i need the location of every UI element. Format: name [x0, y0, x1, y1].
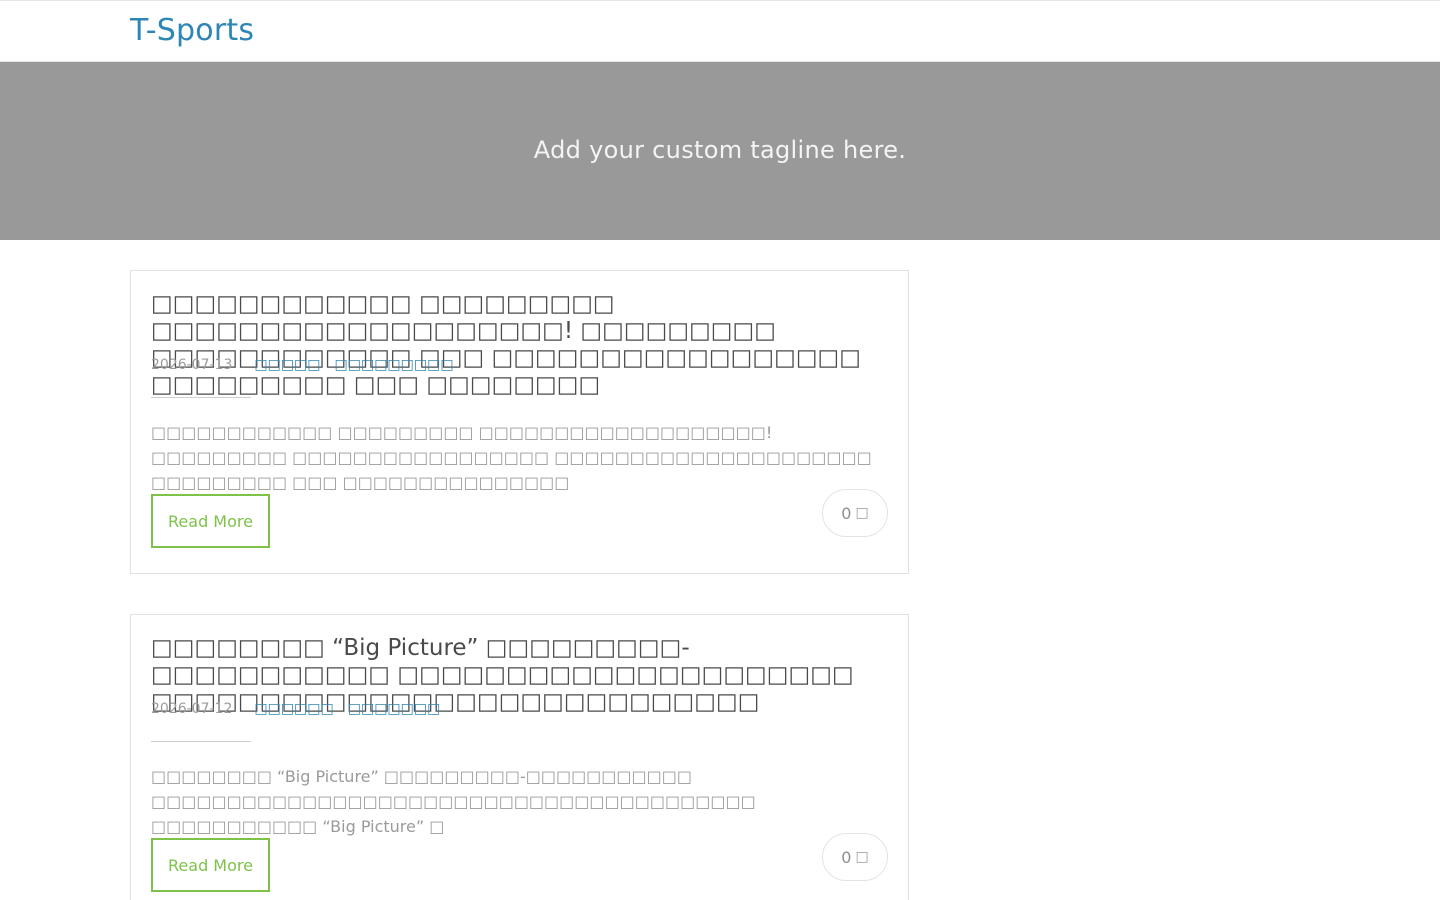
post-excerpt: □□□□□□□□ “Big Picture” □□□□□□□□□-□□□□□□□… — [151, 767, 756, 836]
post-category-link[interactable]: □□□□□ — [254, 357, 320, 373]
comment-count-button[interactable]: 0 □ — [822, 833, 888, 881]
site-title-link[interactable]: T-Sports — [130, 13, 254, 48]
post-category-link[interactable]: □□□□□□□□□ — [335, 357, 454, 373]
comment-count-button[interactable]: 0 □ — [822, 489, 888, 537]
post-meta: 2026-07-12 □□□□□□ □□□□□□□ — [151, 701, 751, 717]
comment-icon: □ — [855, 849, 869, 865]
comment-count: 0 — [841, 847, 852, 867]
read-more-button[interactable]: Read More — [151, 494, 270, 548]
comment-icon: □ — [855, 505, 869, 521]
site-header: T-Sports — [0, 0, 1440, 62]
read-more-button[interactable]: Read More — [151, 838, 270, 892]
post-card: □□□□□□□□□□□□ □□□□□□□□□ □□□□□□□□□□□□□□□□□… — [130, 270, 909, 574]
post-meta: 2026-07-13 □□□□□ □□□□□□□□□ — [151, 357, 751, 373]
post-title[interactable]: □□□□□□□□□□□□ □□□□□□□□□ □□□□□□□□□□□□□□□□□… — [151, 291, 891, 399]
post-category-link[interactable]: □□□□□□□ — [348, 701, 441, 717]
post-card: □□□□□□□□ “Big Picture” □□□□□□□□□-□□□□□□□… — [130, 614, 909, 900]
hero-banner: Add your custom tagline here. — [0, 62, 1440, 240]
post-date: 2026-07-13 — [151, 357, 233, 373]
meta-divider — [151, 741, 251, 742]
site-tagline: Add your custom tagline here. — [533, 136, 907, 164]
post-date: 2026-07-12 — [151, 701, 233, 717]
comment-count: 0 — [841, 503, 852, 523]
meta-divider — [151, 397, 251, 398]
post-category-link[interactable]: □□□□□□ — [254, 701, 333, 717]
post-excerpt: □□□□□□□□□□□□ □□□□□□□□□ □□□□□□□□□□□□□□□□□… — [151, 423, 872, 492]
